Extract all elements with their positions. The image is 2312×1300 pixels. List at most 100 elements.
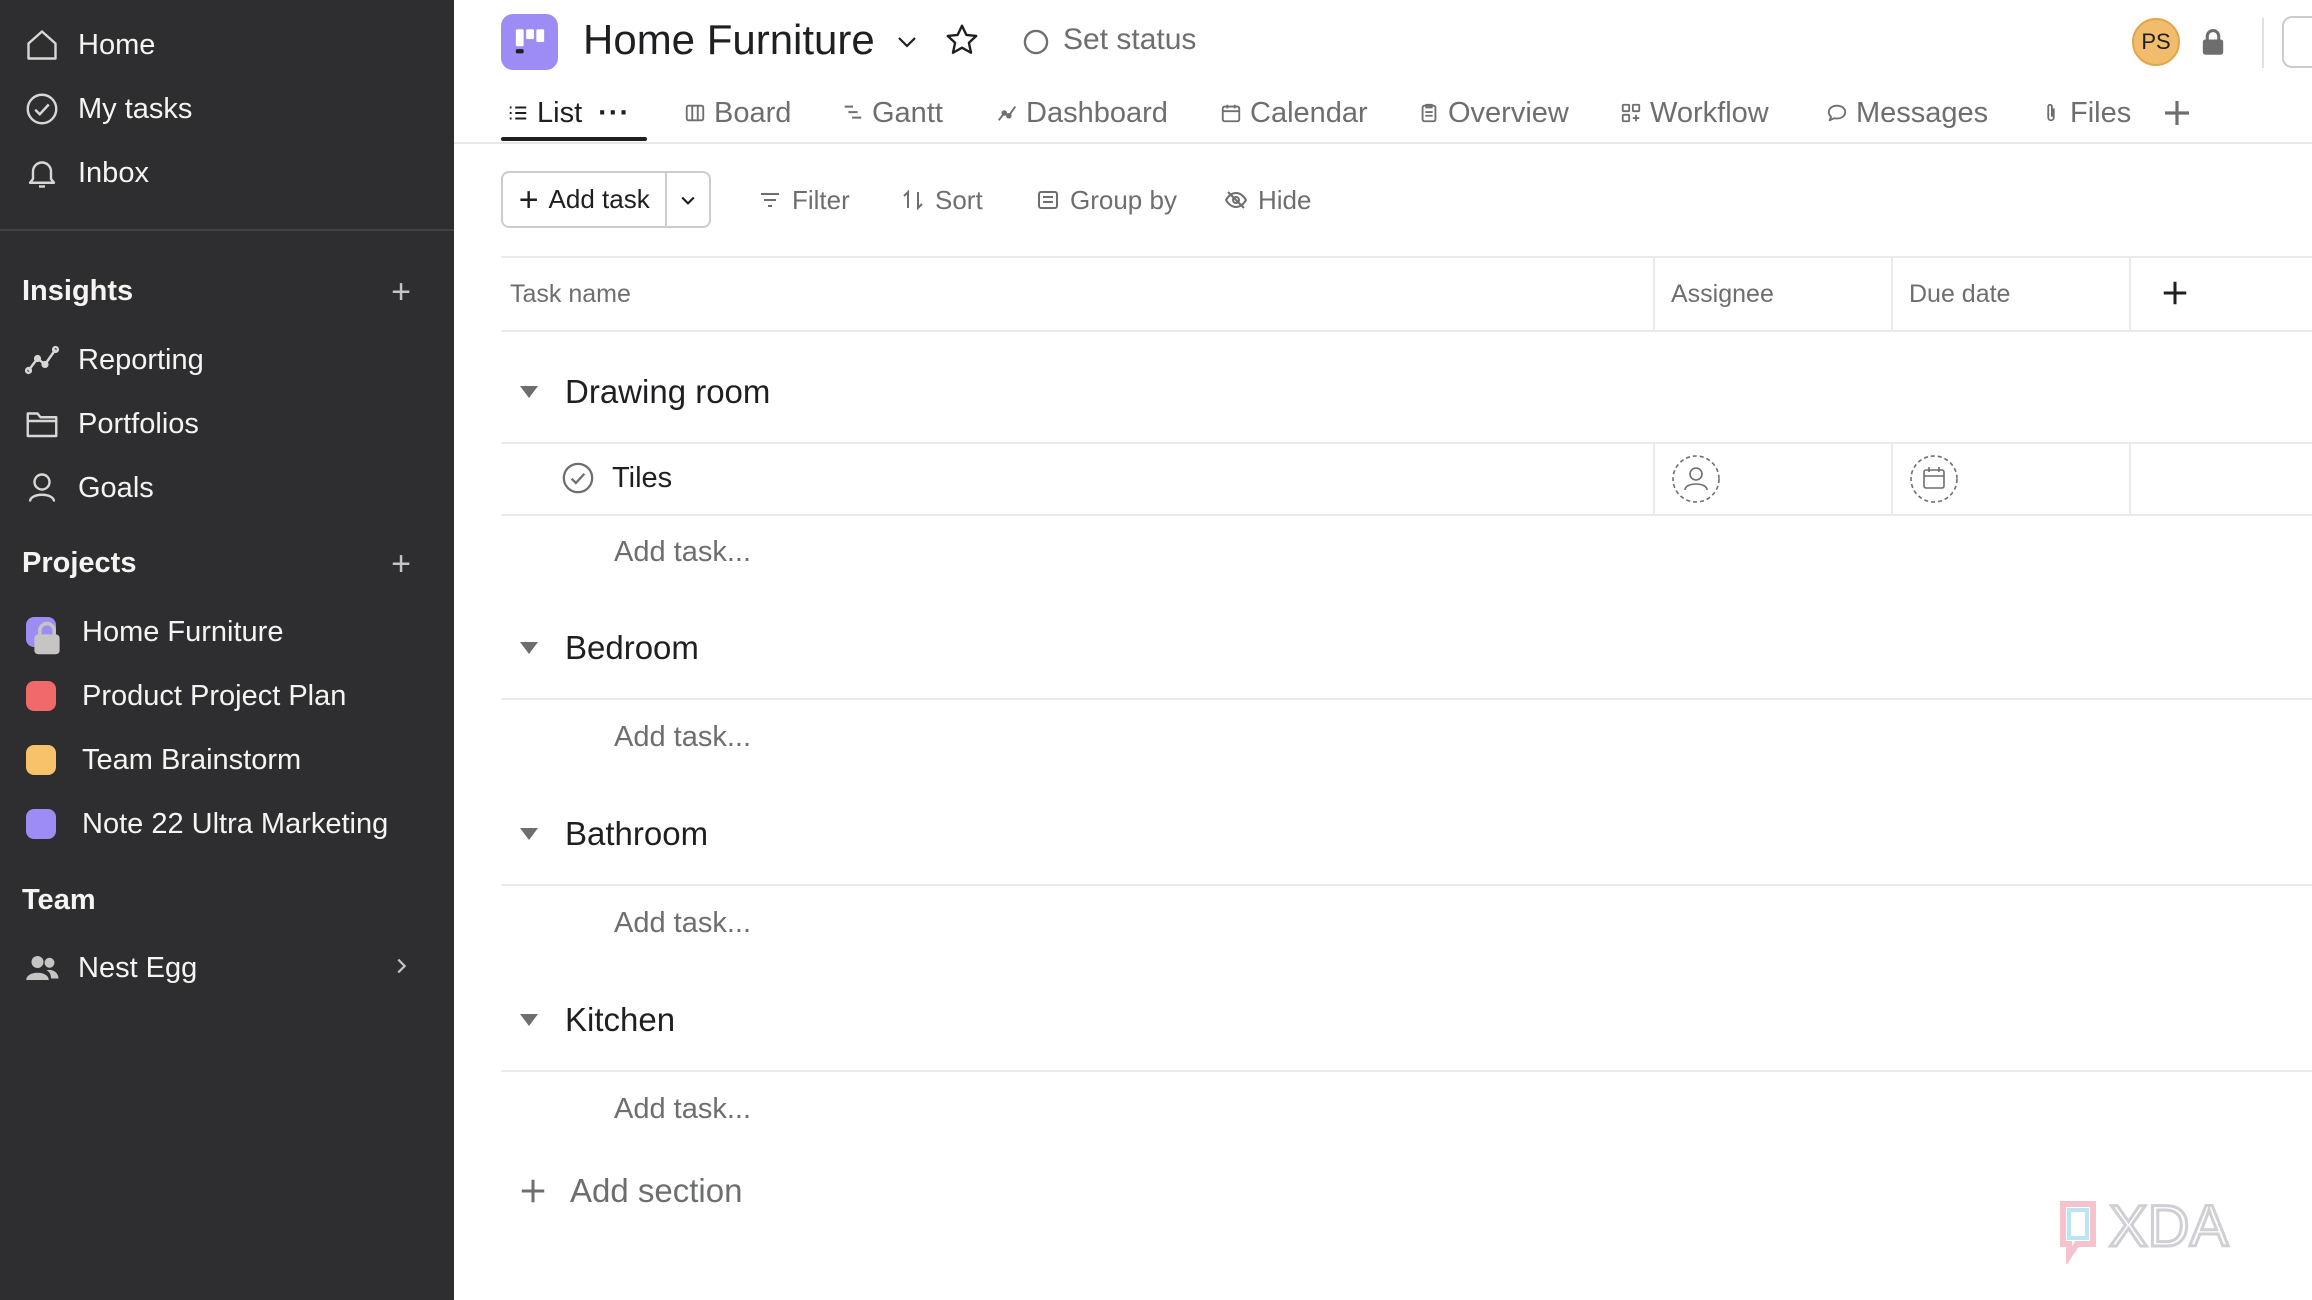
add-task-inline[interactable]: Add task... [614, 1093, 751, 1126]
project-icon[interactable] [501, 14, 558, 70]
eye-slash-icon [1224, 191, 1248, 209]
add-task-dropdown[interactable] [667, 173, 709, 226]
star-icon[interactable] [944, 22, 980, 58]
add-section-button[interactable]: Add section [518, 1172, 742, 1210]
tab-files[interactable]: Files [2040, 92, 2131, 134]
add-task-inline[interactable]: Add task... [614, 907, 751, 940]
status-circle-icon[interactable] [1022, 28, 1050, 56]
column-divider [2129, 256, 2131, 330]
table-top-border [501, 256, 2312, 258]
section-title-bathroom[interactable]: Bathroom [565, 815, 708, 853]
tab-messages[interactable]: Messages [1826, 92, 1988, 134]
section-title-drawing-room[interactable]: Drawing room [565, 373, 770, 411]
chevron-right-icon[interactable] [390, 955, 412, 977]
tab-board[interactable]: Board [684, 92, 791, 134]
project-title[interactable]: Home Furniture [583, 16, 875, 64]
nav-inbox-label: Inbox [78, 156, 149, 189]
check-circle-icon [22, 89, 62, 129]
project-color-swatch [26, 745, 56, 775]
tab-calendar[interactable]: Calendar [1220, 92, 1368, 134]
tab-gantt[interactable]: Gantt [842, 92, 943, 134]
hide-button[interactable]: Hide [1224, 181, 1311, 219]
nav-home[interactable]: Home [22, 17, 155, 73]
project-color-swatch [26, 809, 56, 839]
add-task-label: Add task [548, 184, 650, 214]
tab-overview[interactable]: Overview [1418, 92, 1569, 134]
column-header-due-date[interactable]: Due date [1909, 280, 2010, 309]
column-header-task-name[interactable]: Task name [510, 280, 631, 309]
tab-list[interactable]: List ··· [507, 92, 630, 134]
column-header-assignee[interactable]: Assignee [1671, 280, 1774, 309]
set-status-button[interactable]: Set status [1063, 23, 1196, 57]
group-by-button[interactable]: Group by [1036, 181, 1177, 219]
sidebar: Home My tasks Inbox Insights + Reporting… [0, 0, 454, 1300]
filter-button[interactable]: Filter [758, 181, 850, 219]
lock-icon[interactable] [2200, 28, 2226, 56]
add-task-inline[interactable]: Add task... [614, 536, 751, 569]
sidebar-item-goals[interactable]: Goals [22, 460, 154, 516]
assignee-placeholder-icon[interactable] [1671, 454, 1721, 504]
chevron-down-icon [681, 196, 695, 205]
tab-label: List [537, 96, 583, 129]
avatar[interactable]: PS [2132, 18, 2180, 66]
collapse-caret-icon[interactable] [518, 1012, 540, 1028]
nav-my-tasks-label: My tasks [78, 92, 193, 125]
add-task-button[interactable]: + Add task [503, 173, 668, 226]
task-name[interactable]: Tiles [612, 462, 672, 495]
tab-workflow[interactable]: Workflow [1620, 92, 1769, 134]
active-tab-indicator [501, 137, 647, 141]
sidebar-item-label: Note 22 Ultra Marketing [82, 807, 389, 840]
tab-label: Messages [1856, 96, 1989, 129]
nav-my-tasks[interactable]: My tasks [22, 81, 192, 137]
sidebar-project-note-22-ultra-marketing[interactable]: Note 22 Ultra Marketing [22, 796, 388, 852]
sidebar-item-portfolios[interactable]: Portfolios [22, 396, 199, 452]
section-title-bedroom[interactable]: Bedroom [565, 629, 699, 667]
task-complete-check-icon[interactable] [561, 461, 595, 495]
due-date-placeholder-icon[interactable] [1909, 454, 1959, 504]
column-divider [1891, 442, 1893, 514]
group-by-label: Group by [1070, 184, 1177, 215]
tab-label: Calendar [1250, 96, 1368, 129]
tab-label: Overview [1448, 96, 1569, 129]
column-divider [1891, 256, 1893, 330]
share-button[interactable] [2282, 16, 2312, 68]
sidebar-team-nest-egg[interactable]: Nest Egg [22, 940, 197, 996]
row-divider [501, 514, 2312, 516]
more-options-icon[interactable]: ··· [598, 97, 630, 130]
paperclip-icon [2047, 103, 2055, 122]
sidebar-divider [0, 229, 454, 231]
collapse-caret-icon[interactable] [518, 640, 540, 656]
collapse-caret-icon[interactable] [518, 384, 540, 400]
section-title-kitchen[interactable]: Kitchen [565, 1001, 675, 1039]
xda-watermark-logo: XDA [2060, 1193, 2230, 1264]
sort-button[interactable]: Sort [901, 181, 983, 219]
filter-label: Filter [792, 184, 850, 215]
sidebar-item-reporting[interactable]: Reporting [22, 332, 204, 388]
add-column-plus-icon[interactable] [2160, 278, 2190, 308]
tabs-divider [454, 142, 2312, 144]
sort-icon [903, 189, 923, 211]
plus-icon: + [518, 180, 539, 219]
sidebar-project-product-project-plan[interactable]: Product Project Plan [22, 668, 346, 724]
add-tab-plus-icon[interactable] [2161, 97, 2193, 129]
nav-home-label: Home [78, 28, 156, 61]
nav-inbox[interactable]: Inbox [22, 145, 149, 201]
tab-label: Gantt [872, 96, 943, 129]
sidebar-project-team-brainstorm[interactable]: Team Brainstorm [22, 732, 301, 788]
chevron-down-icon[interactable] [892, 30, 922, 54]
section-divider [501, 1070, 2312, 1072]
add-project-plus-icon[interactable]: + [385, 547, 417, 581]
sidebar-item-label: Goals [78, 471, 154, 504]
tab-dashboard[interactable]: Dashboard [996, 92, 1168, 134]
add-task-inline[interactable]: Add task... [614, 721, 751, 754]
add-insight-plus-icon[interactable]: + [385, 275, 417, 309]
tab-label: Board [714, 96, 792, 129]
sort-label: Sort [935, 184, 983, 215]
add-task-split-button[interactable]: + Add task [501, 171, 711, 228]
collapse-caret-icon[interactable] [518, 826, 540, 842]
sidebar-project-home-furniture[interactable]: Home Furniture [22, 604, 283, 660]
tab-label: Files [2070, 96, 2132, 129]
team-heading: Team [22, 884, 96, 916]
filter-icon [761, 193, 779, 207]
message-icon [1827, 104, 1847, 122]
